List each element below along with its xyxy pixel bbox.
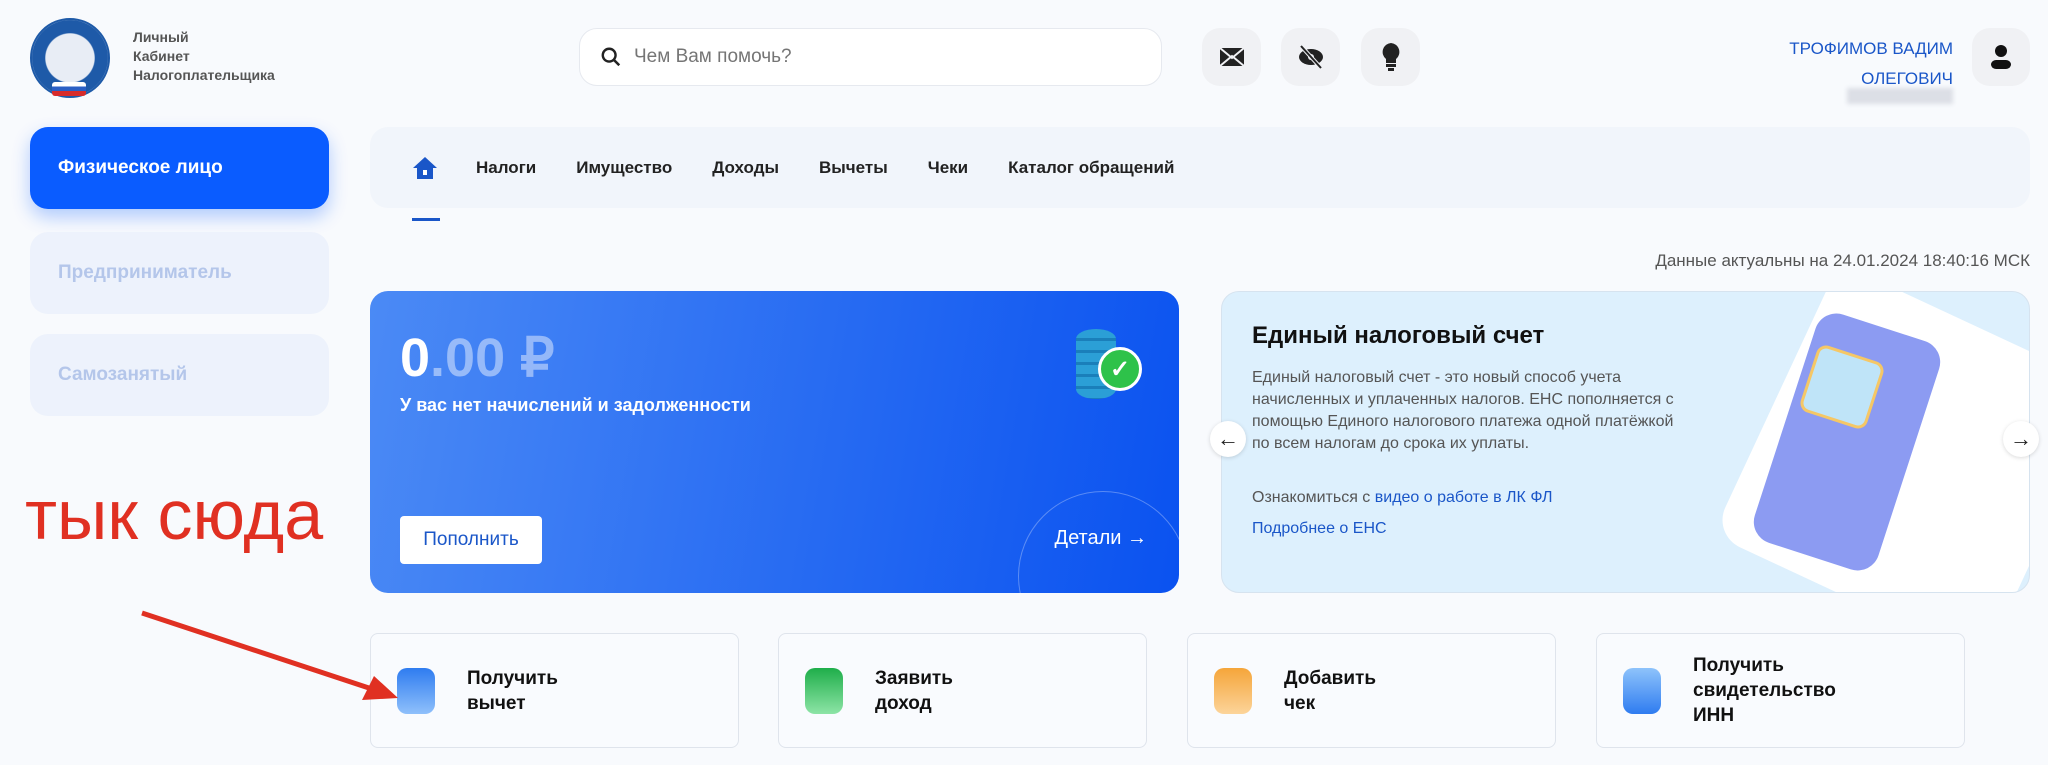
tips-button[interactable]: [1361, 28, 1420, 86]
balance-amount: 0.00 ₽: [400, 326, 554, 389]
wallet-icon: [397, 667, 435, 714]
hide-values-button[interactable]: [1281, 28, 1340, 86]
action-label[interactable]: Получить свидетельство ИНН: [1693, 653, 1836, 728]
balance-status: У вас нет начислений и задолженности: [400, 395, 751, 415]
brand-line: Кабинет: [133, 48, 190, 64]
topup-button[interactable]: Пополнить: [400, 516, 542, 564]
receipt-icon: [1214, 667, 1252, 714]
action-label[interactable]: Добавить чек: [1284, 666, 1376, 716]
action-label[interactable]: Получить вычет: [467, 666, 558, 716]
ens-title: Единый налоговый счет: [1252, 322, 1545, 349]
chat-document-icon: [1623, 667, 1661, 714]
brand-line: Налогоплательщика: [133, 67, 275, 83]
user-name[interactable]: ТРОФИМОВ ВАДИМ ОЛЕГОВИЧ: [1789, 34, 1953, 94]
home-icon: [413, 156, 437, 179]
user-icon: [1991, 45, 2011, 69]
redacted-inn: [1847, 88, 1953, 104]
lightbulb-icon: [1382, 43, 1399, 71]
brand-line: Личный: [133, 29, 189, 45]
carousel-prev-button[interactable]: ←: [1210, 421, 1246, 457]
action-declare-income[interactable]: Заявить доход: [778, 633, 1147, 748]
ens-more-link[interactable]: Подробнее о ЕНС: [1252, 518, 1692, 540]
nav-receipts[interactable]: Чеки: [928, 158, 968, 178]
nav-home[interactable]: [410, 155, 440, 221]
details-link[interactable]: Детали →: [1055, 527, 1147, 550]
ens-video-line: Ознакомиться с видео о работе в ЛК ФЛ: [1252, 487, 1692, 509]
action-add-receipt[interactable]: Добавить чек: [1187, 633, 1556, 748]
flag-icon: [52, 82, 86, 96]
sidebar-item-individual[interactable]: Физическое лицо: [30, 127, 329, 209]
search-input[interactable]: [634, 46, 1114, 68]
data-timestamp: Данные актуальны на 24.01.2024 18:40:16 …: [1655, 251, 2030, 270]
details-label[interactable]: Детали: [1055, 527, 1122, 549]
action-get-deduction[interactable]: Получить вычет: [370, 633, 739, 748]
nav-property[interactable]: Имущество: [576, 158, 672, 178]
search-box[interactable]: [579, 28, 1162, 86]
action-get-inn-certificate[interactable]: Получить свидетельство ИНН: [1596, 633, 1965, 748]
sidebar-item-self-employed[interactable]: Самозанятый: [30, 334, 329, 416]
balance-card: ✓ 0.00 ₽ У вас нет начислений и задолжен…: [370, 291, 1179, 593]
check-icon: ✓: [1098, 347, 1142, 391]
ens-banner: Единый налоговый счет Единый налоговый с…: [1221, 291, 2030, 593]
arrow-right-icon: →: [2010, 426, 2032, 451]
annotation-text: тык сюда: [25, 476, 324, 554]
sidebar-item-entrepreneur[interactable]: Предприниматель: [30, 232, 329, 314]
user-name-line1[interactable]: ТРОФИМОВ ВАДИМ: [1789, 34, 1953, 64]
main-nav: Налоги Имущество Доходы Вычеты Чеки Ката…: [370, 127, 2030, 221]
nav-deductions[interactable]: Вычеты: [819, 158, 888, 178]
amount-int: 0: [400, 328, 431, 388]
brand-title: Личный Кабинет Налогоплательщика: [133, 28, 275, 85]
arrow-left-icon: ←: [1217, 426, 1239, 451]
nav-requests-catalog[interactable]: Каталог обращений: [1008, 158, 1174, 178]
action-label[interactable]: Заявить доход: [875, 666, 953, 716]
profile-button[interactable]: [1972, 28, 2030, 86]
arrow-right-icon: →: [1127, 527, 1147, 549]
carousel-next-button[interactable]: →: [2003, 421, 2039, 457]
money-bag-icon: [805, 667, 843, 714]
mail-icon: [1218, 47, 1245, 67]
eye-off-icon: [1298, 44, 1323, 70]
messages-button[interactable]: [1202, 28, 1261, 86]
nav-taxes[interactable]: Налоги: [476, 158, 536, 178]
video-link[interactable]: видео о работе в ЛК ФЛ: [1375, 489, 1553, 506]
video-prefix: Ознакомиться с: [1252, 489, 1375, 506]
nav-income[interactable]: Доходы: [712, 158, 779, 178]
amount-frac: .00 ₽: [430, 328, 555, 388]
ens-body: Единый налоговый счет - это новый способ…: [1252, 369, 1674, 452]
search-icon: [601, 47, 621, 67]
